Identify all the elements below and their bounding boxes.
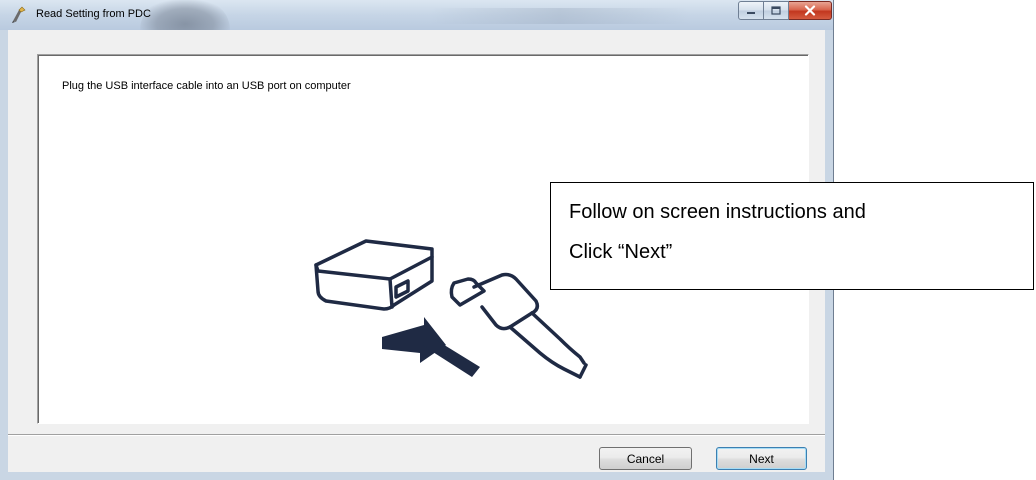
maximize-icon (771, 6, 781, 15)
app-icon (12, 6, 26, 23)
next-button[interactable]: Next (716, 447, 807, 470)
maximize-button[interactable] (764, 1, 789, 20)
window-title: Read Setting from PDC (36, 8, 151, 20)
title-bar-background-image (140, 0, 230, 30)
instruction-callout: Follow on screen instructions and Click … (550, 182, 1034, 290)
callout-line-1: Follow on screen instructions and (569, 201, 866, 223)
minimize-button[interactable] (738, 1, 764, 20)
minimize-icon (747, 11, 755, 14)
close-button[interactable] (789, 1, 832, 20)
instruction-text: Plug the USB interface cable into an USB… (62, 80, 351, 92)
callout-line-2: Click “Next” (569, 241, 673, 263)
title-bar[interactable]: Read Setting from PDC (0, 0, 833, 30)
window-controls (738, 1, 832, 21)
title-bar-background-reflection (430, 8, 690, 24)
footer-separator (8, 434, 825, 436)
close-icon (804, 5, 816, 16)
cancel-button[interactable]: Cancel (599, 447, 692, 470)
